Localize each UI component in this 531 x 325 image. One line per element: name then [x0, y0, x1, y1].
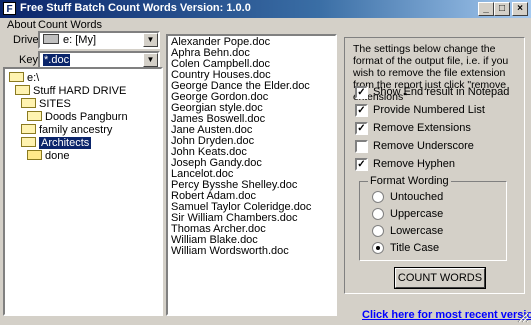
minimize-button[interactable]: _ — [478, 2, 494, 16]
checkbox-checked-icon[interactable]: ✓ — [355, 122, 368, 135]
window-title: Free Stuff Batch Count Words Version: 1.… — [20, 2, 251, 14]
drive-icon — [43, 34, 59, 45]
maximize-button[interactable]: □ — [494, 2, 510, 16]
radio-icon[interactable] — [372, 208, 384, 220]
app-icon: F — [3, 2, 16, 15]
count-words-button[interactable]: COUNT WORDS — [394, 267, 486, 289]
checkbox-checked-icon[interactable]: ✓ — [355, 86, 368, 99]
list-item[interactable]: William Wordsworth.doc — [171, 246, 289, 257]
tree-item-stuff-hard-drive[interactable]: Stuff HARD DRIVE — [15, 85, 126, 98]
tree-item-sites[interactable]: SITES — [21, 98, 71, 111]
open-folder-icon — [21, 137, 36, 148]
tree-item-root[interactable]: e:\ — [9, 72, 39, 85]
most-recent-version-link[interactable]: Click here for most recent version. — [362, 309, 531, 321]
tree-item-family-ancestry[interactable]: family ancestry — [21, 124, 112, 137]
drive-dropdown-arrow-icon[interactable]: ▼ — [143, 33, 158, 47]
tree-item-doods-pangburn[interactable]: Doods Pangburn — [27, 111, 128, 124]
checkbox-checked-icon[interactable]: ✓ — [355, 158, 368, 171]
key-value: *.doc — [43, 54, 71, 66]
checkbox-unchecked-icon[interactable] — [355, 140, 368, 153]
format-wording-title: Format Wording — [368, 175, 451, 187]
drive-value: e: [My] — [63, 34, 97, 46]
folder-tree[interactable]: e:\ Stuff HARD DRIVE SITES Doods Pangbur… — [3, 67, 163, 316]
options-panel: The settings below change the format of … — [344, 37, 525, 294]
resize-grip-icon[interactable] — [517, 311, 529, 323]
title-bar[interactable]: F Free Stuff Batch Count Words Version: … — [0, 0, 531, 18]
open-folder-icon — [15, 85, 30, 96]
radio-selected-icon[interactable] — [372, 242, 384, 254]
open-folder-icon — [21, 98, 36, 109]
close-button[interactable]: × — [512, 2, 528, 16]
folder-icon — [27, 150, 42, 161]
file-list[interactable]: Alexander Pope.doc Aphra Behn.doc Colen … — [166, 34, 337, 316]
radio-icon[interactable] — [372, 191, 384, 203]
open-folder-icon — [27, 111, 42, 122]
open-folder-icon — [21, 124, 36, 135]
menu-count-words[interactable]: Count Words — [38, 19, 102, 31]
format-wording-group: Format Wording Untouched Uppercase Lower… — [359, 175, 507, 261]
radio-icon[interactable] — [372, 225, 384, 237]
drive-select[interactable]: e: [My] ▼ — [38, 31, 160, 49]
tree-item-architects[interactable]: Architects — [21, 137, 92, 150]
checkbox-checked-icon[interactable]: ✓ — [355, 104, 368, 117]
open-folder-icon — [9, 72, 24, 83]
tree-item-done[interactable]: done — [27, 150, 69, 163]
app-window: F Free Stuff Batch Count Words Version: … — [0, 0, 531, 325]
menu-about[interactable]: About — [7, 19, 36, 31]
key-dropdown-arrow-icon[interactable]: ▼ — [143, 53, 158, 67]
